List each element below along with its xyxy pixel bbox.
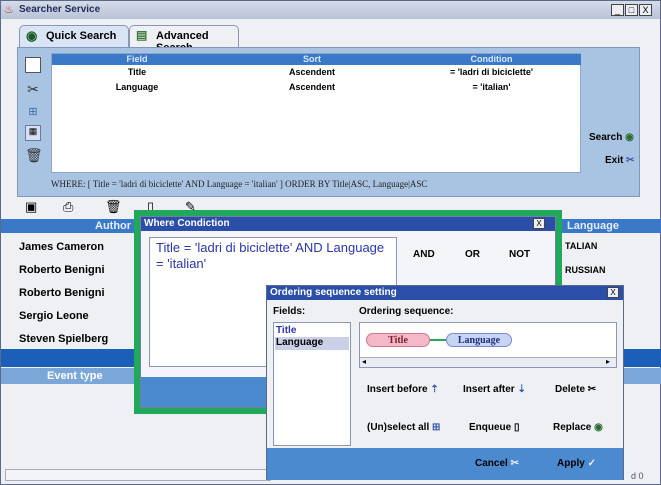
insert-after-label: Insert after — [463, 384, 515, 395]
insert-after-button[interactable]: Insert after ⇣ — [463, 384, 526, 395]
ordering-sequence-box: Title Language ◂ ▸ — [359, 322, 617, 368]
tab-advanced-search[interactable]: ▤ Advanced Search — [129, 25, 239, 54]
list-item[interactable]: Title — [276, 325, 296, 336]
insert-before-button[interactable]: Insert before ⇡ — [367, 384, 439, 395]
dialog-title: Ordering sequence setting — [270, 287, 397, 298]
dialog-title: Where Condiction — [144, 218, 230, 229]
status-bar — [5, 469, 271, 481]
conditions-table: Field Sort Condition Title Ascendent = '… — [51, 53, 581, 173]
sequence-connector — [430, 339, 446, 341]
dialog-title-bar: Where Condiction — [141, 217, 555, 231]
where-clause-text: WHERE: [ Title = 'ladri di biciclette' A… — [51, 179, 428, 189]
fields-label: Fields: — [273, 306, 306, 317]
tab-label: Quick Search — [46, 30, 117, 42]
column-header-language: Language — [567, 220, 619, 232]
exit-label: Exit — [605, 155, 624, 166]
column-header-sort: Sort — [222, 54, 402, 65]
table-cell[interactable]: Ascendent — [222, 67, 402, 80]
grid-icon[interactable]: ▦ — [25, 125, 41, 141]
exit-icon: ✂ — [626, 155, 635, 166]
list-item[interactable]: Roberto Benigni — [19, 264, 105, 276]
list-item[interactable]: Roberto Benigni — [19, 287, 105, 299]
table-cell[interactable]: = 'italian' — [402, 82, 581, 95]
column-header-author: Author — [95, 220, 132, 232]
close-button[interactable]: X — [639, 4, 652, 16]
enqueue-button[interactable]: Enqueue ▯ — [469, 422, 520, 433]
search-label: Search — [589, 132, 623, 143]
dialog-title-bar: Ordering sequence setting — [267, 286, 623, 300]
insert-before-label: Insert before — [367, 384, 428, 395]
replace-button[interactable]: Replace ◉ — [553, 422, 603, 433]
sequence-item[interactable]: Title — [366, 333, 430, 347]
scissors-icon[interactable]: ✂ — [25, 81, 41, 97]
or-button[interactable]: OR — [465, 249, 480, 260]
cancel-label: Cancel — [475, 458, 508, 469]
table-cell[interactable]: Title — [52, 67, 222, 80]
maximize-button[interactable]: □ — [625, 4, 638, 16]
insert-before-icon: ⇡ — [430, 384, 439, 395]
and-button[interactable]: AND — [413, 249, 435, 260]
trash-icon[interactable]: 🗑 — [105, 199, 122, 215]
cancel-icon: ✂ — [510, 458, 519, 469]
sequence-item[interactable]: Language — [446, 333, 512, 347]
binoculars-icon: ◉ — [625, 132, 634, 143]
exit-button[interactable]: Exit ✂ — [605, 155, 635, 166]
not-button[interactable]: NOT — [509, 249, 530, 260]
close-button[interactable]: X — [607, 287, 619, 298]
delete-label: Delete — [555, 384, 586, 395]
table-cell[interactable]: = 'ladri di biciclette' — [402, 67, 581, 80]
delete-button[interactable]: Delete ✂ — [555, 384, 596, 395]
ordering-sequence-dialog: Ordering sequence setting X Fields: Orde… — [266, 285, 624, 480]
minimize-button[interactable]: _ — [611, 4, 624, 16]
dialog-footer: Cancel ✂ Apply ✓ — [267, 448, 623, 480]
status-text: d 0 — [631, 471, 644, 481]
enqueue-label: Enqueue — [469, 422, 512, 433]
scissors-icon: ✂ — [587, 384, 597, 395]
insert-after-icon: ⇣ — [517, 384, 526, 395]
column-header-condition: Condition — [402, 54, 581, 65]
binoculars-icon: ◉ — [594, 422, 603, 433]
search-button[interactable]: Search ◉ — [589, 132, 634, 143]
close-button[interactable]: X — [533, 218, 545, 229]
list-item[interactable]: Sergio Leone — [19, 310, 89, 322]
sequence-label: Ordering sequence: — [359, 306, 454, 317]
title-bar: ♨ Searcher Service _ □ X — [1, 1, 660, 19]
list-item[interactable]: James Cameron — [19, 241, 104, 253]
event-type-label: Event type — [47, 370, 103, 382]
table-cell[interactable]: Ascendent — [222, 82, 402, 95]
save-icon[interactable]: ▣ — [25, 199, 37, 215]
checkmark-icon: ✓ — [587, 458, 596, 469]
window-title: Searcher Service — [19, 4, 101, 15]
tree-icon[interactable]: ⊞ — [25, 105, 41, 121]
language-cell[interactable]: TALIAN — [565, 241, 597, 251]
list-item[interactable]: Language — [275, 337, 349, 350]
column-header-field: Field — [52, 54, 222, 65]
print-icon[interactable]: ⎙ — [63, 199, 73, 215]
trash-icon[interactable]: 🗑 — [25, 147, 43, 163]
scroll-right-icon[interactable]: ▸ — [606, 357, 610, 366]
enqueue-icon: ▯ — [514, 422, 520, 433]
new-file-icon[interactable] — [25, 57, 41, 73]
apply-label: Apply — [557, 458, 585, 469]
table-cell[interactable]: Language — [52, 82, 222, 95]
cancel-button[interactable]: Cancel ✂ — [475, 458, 519, 469]
horizontal-scrollbar[interactable]: ◂ ▸ — [360, 357, 616, 367]
list-item[interactable]: Steven Spielberg — [19, 333, 108, 345]
binoculars-icon: ◉ — [26, 28, 38, 43]
apply-button[interactable]: Apply ✓ — [557, 458, 596, 469]
unselect-all-button[interactable]: (Un)select all ⊞ — [367, 422, 440, 433]
language-cell[interactable]: RUSSIAN — [565, 265, 606, 275]
document-icon: ▤ — [136, 28, 148, 42]
fields-list[interactable]: Title Language — [273, 322, 351, 446]
unselect-all-label: (Un)select all — [367, 422, 430, 433]
tab-quick-search[interactable]: ◉ Quick Search — [19, 25, 129, 47]
replace-label: Replace — [553, 422, 592, 433]
select-all-icon: ⊞ — [432, 422, 441, 433]
where-condition-text: Title = 'ladri di biciclette' AND Langua… — [156, 240, 385, 271]
scroll-left-icon[interactable]: ◂ — [362, 357, 366, 366]
app-icon: ♨ — [4, 4, 14, 16]
